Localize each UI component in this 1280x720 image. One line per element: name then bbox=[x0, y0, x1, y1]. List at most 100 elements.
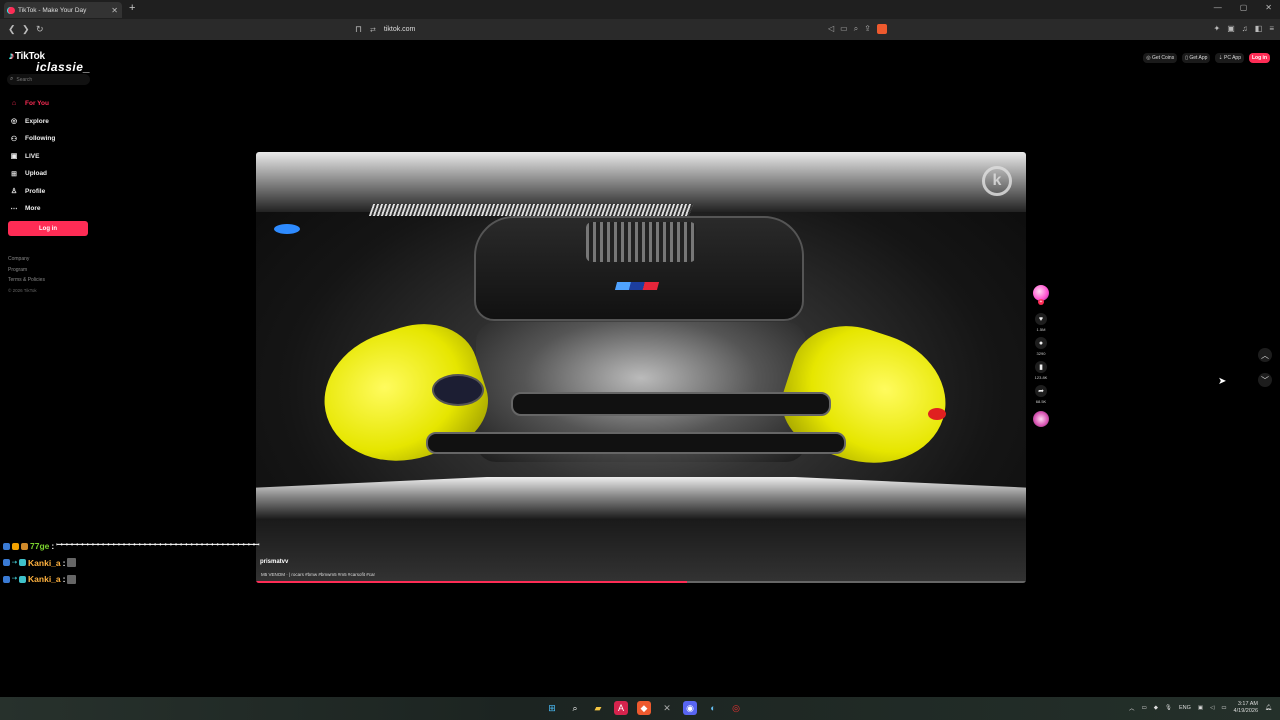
badge-icon bbox=[12, 542, 19, 550]
badge-icon bbox=[3, 542, 10, 550]
discord-icon[interactable]: ◉ bbox=[683, 701, 697, 715]
footer-link-program[interactable]: Program bbox=[8, 265, 45, 276]
search-icon: ⌕ bbox=[10, 76, 14, 82]
video-author[interactable]: prismatvv bbox=[260, 559, 288, 565]
copyright: © 2026 TikTok bbox=[8, 287, 37, 293]
network-icon[interactable]: ▣ bbox=[1198, 705, 1203, 711]
menu-icon[interactable]: ≡ bbox=[1269, 24, 1274, 33]
mute-icon[interactable]: ◁ bbox=[828, 24, 834, 34]
system-tray: ︿ ▭ ◆ 🎙︎ ENG ▣ ◁ ▭ 3:17 AM 4/19/2026 🔔︎ bbox=[1129, 701, 1272, 715]
sidebar-login-button[interactable]: Log in bbox=[8, 221, 88, 236]
live-icon: ▣ bbox=[10, 153, 18, 161]
windows-start-icon[interactable]: ⊞ bbox=[545, 701, 559, 715]
sidebar-item-upload[interactable]: ⊞ Upload bbox=[9, 165, 55, 183]
notification-bell-icon[interactable]: 🔔︎ bbox=[1265, 705, 1272, 711]
clock-time: 3:17 AM bbox=[1237, 701, 1259, 707]
follow-plus-icon[interactable]: + bbox=[1038, 299, 1044, 305]
previous-video-icon[interactable]: ︿ bbox=[1258, 348, 1272, 362]
arrow-icon: ⇢ bbox=[12, 559, 18, 566]
sidebar-nav: ⌂ For You ◎ Explore ⚇ Following ▣ LIVE ⊞… bbox=[9, 95, 56, 218]
sidebar-item-more[interactable]: ⋯ More bbox=[9, 200, 55, 218]
tray-app-icon[interactable]: ◆ bbox=[1154, 705, 1158, 711]
url-text: tiktok.com bbox=[383, 26, 416, 33]
taskbar-search-icon[interactable]: ⌕ bbox=[568, 701, 582, 715]
browser-toolbar: ❮ ❯ ↻ ⊓ ⇄ tiktok.com ◁ ▭ ⌕ ⇪ ✦ ▣ ♫ ◧ ≡ bbox=[0, 19, 1280, 40]
get-coins-button[interactable]: ◎ Get Coins bbox=[1143, 53, 1178, 63]
comment-icon[interactable]: ● bbox=[1035, 337, 1047, 349]
chat-message: ⇢ Kanki_a : bbox=[3, 571, 259, 588]
tray-overflow-icon[interactable]: ︿ bbox=[1129, 704, 1135, 712]
wallet-icon[interactable]: ▣ bbox=[1227, 24, 1235, 33]
volume-icon[interactable]: ◁ bbox=[1210, 705, 1214, 711]
search-input[interactable]: ⌕ Search bbox=[7, 74, 90, 85]
like-icon[interactable]: ♥ bbox=[1035, 313, 1047, 325]
bookmark-icon[interactable]: ⊓ bbox=[355, 24, 362, 35]
sidebar-footer: Company Program Terms & Policies © 2026 … bbox=[8, 254, 45, 296]
get-app-button[interactable]: ▯ Get App bbox=[1182, 53, 1211, 63]
login-button[interactable]: Log in bbox=[1249, 53, 1270, 63]
sidebar-toggle-icon[interactable]: ◧ bbox=[1255, 24, 1263, 33]
reload-icon[interactable]: ↻ bbox=[36, 24, 44, 35]
close-window-icon[interactable]: ✕ bbox=[1265, 3, 1272, 12]
sidebar-item-live[interactable]: ▣ LIVE bbox=[9, 148, 55, 166]
battery-icon[interactable]: ▭ bbox=[1221, 705, 1226, 711]
footer-link-company[interactable]: Company bbox=[8, 254, 45, 265]
site-info-icon[interactable]: ⇄ bbox=[370, 26, 376, 34]
video-progress-fill bbox=[256, 581, 688, 583]
next-video-icon[interactable]: ﹀ bbox=[1258, 373, 1272, 387]
badge-icon bbox=[21, 542, 28, 550]
obs-icon[interactable]: ◎ bbox=[729, 701, 743, 715]
zoom-icon[interactable]: ⌕ bbox=[854, 24, 858, 34]
sidebar-item-profile[interactable]: ♙ Profile bbox=[9, 183, 55, 201]
minimize-icon[interactable]: — bbox=[1214, 3, 1222, 12]
more-icon: ⋯ bbox=[10, 205, 18, 213]
screen-icon[interactable]: ▭ bbox=[840, 24, 848, 34]
chat-username: Kanki_a bbox=[28, 557, 61, 568]
extensions-icon[interactable]: ✦ bbox=[1214, 24, 1221, 33]
video-oil-cap bbox=[432, 374, 484, 406]
maximize-icon[interactable]: ▢ bbox=[1240, 3, 1248, 12]
sidebar-item-following[interactable]: ⚇ Following bbox=[9, 130, 55, 148]
forward-icon[interactable]: ❯ bbox=[22, 24, 30, 35]
emote-icon bbox=[67, 558, 77, 568]
video-progress-bar[interactable] bbox=[256, 581, 1026, 583]
video-player[interactable]: k prismatvv M5 VENOM · | rocars #bmw #bm… bbox=[256, 152, 1026, 583]
tray-app-icon[interactable]: ▭ bbox=[1142, 705, 1147, 711]
profile-icon: ♙ bbox=[10, 188, 18, 196]
file-explorer-icon[interactable]: ▰ bbox=[591, 701, 605, 715]
new-tab-button[interactable]: + bbox=[129, 2, 135, 14]
music-disc-icon[interactable] bbox=[1033, 411, 1049, 427]
video-hood bbox=[256, 152, 1026, 212]
video-navigation: ︿ ﹀ bbox=[1258, 348, 1272, 398]
media-icon[interactable]: ♫ bbox=[1242, 24, 1248, 33]
video-coolant-cap bbox=[274, 224, 300, 234]
bookmark-save-icon[interactable]: ▮ bbox=[1035, 361, 1047, 373]
video-m-badge bbox=[614, 282, 660, 290]
share-icon[interactable]: ⇪ bbox=[864, 24, 871, 34]
steam-icon[interactable]: ◐ bbox=[706, 701, 720, 715]
browser-tab[interactable]: TikTok - Make Your Day ✕ bbox=[4, 2, 122, 18]
taskbar: ⊞ ⌕ ▰ A ◆ ✕ ◉ ◐ ◎ ︿ ▭ ◆ 🎙︎ ENG ▣ ◁ ▭ 3:1… bbox=[0, 697, 1280, 720]
top-actions: ◎ Get Coins ▯ Get App ⇣ PC App Log in bbox=[1143, 53, 1270, 63]
language-indicator[interactable]: ENG bbox=[1179, 705, 1191, 711]
video-pipe bbox=[426, 432, 846, 454]
footer-link-terms[interactable]: Terms & Policies bbox=[8, 275, 45, 286]
app-a-icon[interactable]: A bbox=[614, 701, 628, 715]
capcut-icon[interactable]: ✕ bbox=[660, 701, 674, 715]
sidebar-item-explore[interactable]: ◎ Explore bbox=[9, 113, 55, 131]
sidebar-item-for-you[interactable]: ⌂ For You bbox=[9, 95, 55, 113]
creator-avatar[interactable]: + bbox=[1033, 285, 1049, 305]
extensions-area: ✦ ▣ ♫ ◧ ≡ bbox=[1214, 24, 1275, 33]
close-tab-icon[interactable]: ✕ bbox=[111, 6, 118, 15]
share-arrow-icon[interactable]: ➦ bbox=[1035, 385, 1047, 397]
badge-icon bbox=[3, 559, 10, 567]
search-placeholder: Search bbox=[16, 76, 33, 83]
back-icon[interactable]: ❮ bbox=[8, 24, 16, 35]
tiktok-favicon-icon bbox=[8, 6, 15, 14]
pc-app-button[interactable]: ⇣ PC App bbox=[1215, 53, 1244, 63]
brave-browser-icon[interactable]: ◆ bbox=[637, 701, 651, 715]
clock[interactable]: 3:17 AM 4/19/2026 bbox=[1234, 701, 1258, 715]
tiktok-note-icon: ♪ bbox=[9, 51, 14, 62]
brave-shields-icon[interactable] bbox=[876, 24, 887, 34]
microphone-icon[interactable]: 🎙︎ bbox=[1165, 705, 1172, 711]
